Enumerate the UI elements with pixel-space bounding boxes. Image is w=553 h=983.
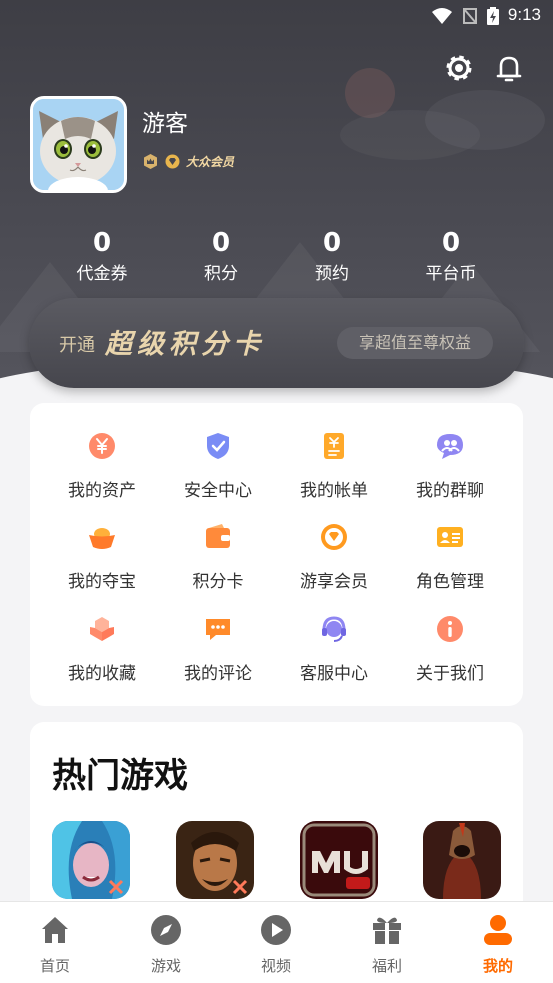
game-icon-image (423, 821, 501, 899)
menu-label: 我的收藏 (68, 664, 136, 684)
cubes-icon (90, 617, 114, 641)
game-tile[interactable] (300, 821, 378, 899)
member-level: 大众会员 (186, 154, 235, 169)
nav-label: 视频 (260, 957, 291, 975)
bill-icon (324, 433, 344, 459)
profile-icon (484, 915, 512, 945)
compass-icon (151, 915, 181, 945)
menu-my-assets[interactable]: 我的资产 (44, 432, 160, 504)
stat-platform-coins[interactable]: 0 平台币 (396, 225, 506, 287)
promo-open-label: 开通 (59, 335, 95, 356)
game-tile[interactable] (423, 821, 501, 899)
stat-vouchers[interactable]: 0 代金券 (47, 225, 157, 287)
gold-ingot-icon (89, 528, 115, 549)
menu-vip-membership[interactable]: 游享会员 (276, 523, 392, 595)
nav-games[interactable]: 游戏 (111, 902, 221, 983)
menu-points-card[interactable]: 积分卡 (160, 523, 276, 595)
id-card-icon (437, 527, 463, 547)
game-icon-image (176, 821, 254, 899)
menu-label: 我的群聊 (416, 481, 484, 501)
nav-label: 游戏 (150, 957, 181, 975)
stat-points[interactable]: 0 积分 (166, 225, 276, 287)
game-tile[interactable] (52, 821, 130, 899)
status-time: 9:13 (507, 5, 541, 24)
nav-label: 我的 (482, 957, 513, 975)
menu-label: 积分卡 (192, 572, 244, 592)
comment-icon (206, 619, 230, 640)
play-icon (261, 915, 291, 945)
notification-bell-icon[interactable] (493, 52, 525, 84)
super-points-card-banner[interactable]: 开通 超级积分卡 享超值至尊权益 (29, 298, 524, 388)
menu-label: 我的评论 (184, 664, 252, 684)
menu-label: 我的资产 (68, 481, 136, 501)
wallet-icon (206, 524, 230, 548)
menu-my-group-chat[interactable]: 我的群聊 (392, 432, 508, 504)
nav-videos[interactable]: 视频 (221, 902, 331, 983)
nav-label: 福利 (371, 957, 402, 975)
gift-icon (373, 917, 401, 944)
cat-avatar-image (33, 99, 124, 190)
menu-my-treasure[interactable]: 我的夺宝 (44, 523, 160, 595)
decor-cloud (340, 110, 480, 160)
status-bar: 9:13 (0, 0, 553, 32)
stat-value: 0 (441, 228, 461, 258)
game-tile[interactable] (176, 821, 254, 899)
account-stats: 0 代金券 0 积分 0 预约 0 平台币 (0, 225, 553, 295)
level-crown-icon (144, 153, 157, 169)
stat-reservations[interactable]: 0 预约 (277, 225, 387, 287)
menu-label: 客服中心 (300, 664, 368, 684)
member-badges[interactable]: 大众会员 (142, 151, 234, 171)
menu-customer-service[interactable]: 客服中心 (276, 615, 392, 687)
home-icon (42, 917, 68, 943)
promo-benefits-button[interactable]: 享超值至尊权益 (337, 327, 493, 359)
menu-label: 关于我们 (416, 664, 484, 684)
game-icon-image (300, 821, 378, 899)
menu-my-bills[interactable]: 我的帐单 (276, 432, 392, 504)
stat-label: 平台币 (425, 264, 477, 284)
nav-welfare[interactable]: 福利 (332, 902, 442, 983)
menu-label: 我的帐单 (300, 481, 368, 501)
avatar[interactable] (30, 96, 127, 193)
menu-role-management[interactable]: 角色管理 (392, 523, 508, 595)
nav-label: 首页 (39, 957, 70, 975)
menu-my-favorites[interactable]: 我的收藏 (44, 615, 160, 687)
stat-value: 0 (322, 228, 342, 258)
battery-charging-icon (487, 7, 499, 25)
stat-label: 代金券 (76, 264, 128, 284)
info-icon (437, 616, 463, 642)
menu-label: 我的夺宝 (68, 572, 136, 592)
menu-security-center[interactable]: 安全中心 (160, 432, 276, 504)
nav-home[interactable]: 首页 (0, 902, 110, 983)
settings-gear-icon[interactable] (443, 52, 475, 84)
stat-value: 0 (211, 228, 231, 258)
stat-value: 0 (92, 228, 112, 258)
headset-icon (322, 616, 346, 642)
function-menu-card: 我的资产 安全中心 我的帐单 我的群聊 我的夺宝 积分卡 游享会员 角色管理 我… (30, 403, 523, 706)
menu-about-us[interactable]: 关于我们 (392, 615, 508, 687)
menu-label: 角色管理 (416, 572, 484, 592)
user-name: 游客 (142, 111, 188, 137)
menu-label: 游享会员 (300, 572, 368, 592)
bottom-navigation: 首页 游戏 视频 福利 我的 (0, 901, 553, 983)
no-signal-icon (463, 8, 477, 24)
member-diamond-icon (165, 154, 180, 168)
menu-label: 安全中心 (184, 481, 252, 501)
promo-title: 超级积分卡 (105, 329, 265, 360)
hot-games-title: 热门游戏 (52, 756, 188, 796)
nav-mine[interactable]: 我的 (443, 902, 553, 983)
yuan-coin-icon (89, 433, 115, 459)
group-chat-icon (437, 434, 463, 459)
game-icon-image (52, 821, 130, 899)
vip-diamond-icon (321, 524, 347, 550)
menu-my-comments[interactable]: 我的评论 (160, 615, 276, 687)
stat-label: 积分 (204, 264, 238, 284)
shield-check-icon (207, 433, 229, 459)
stat-label: 预约 (315, 264, 349, 284)
wifi-icon (432, 8, 452, 24)
